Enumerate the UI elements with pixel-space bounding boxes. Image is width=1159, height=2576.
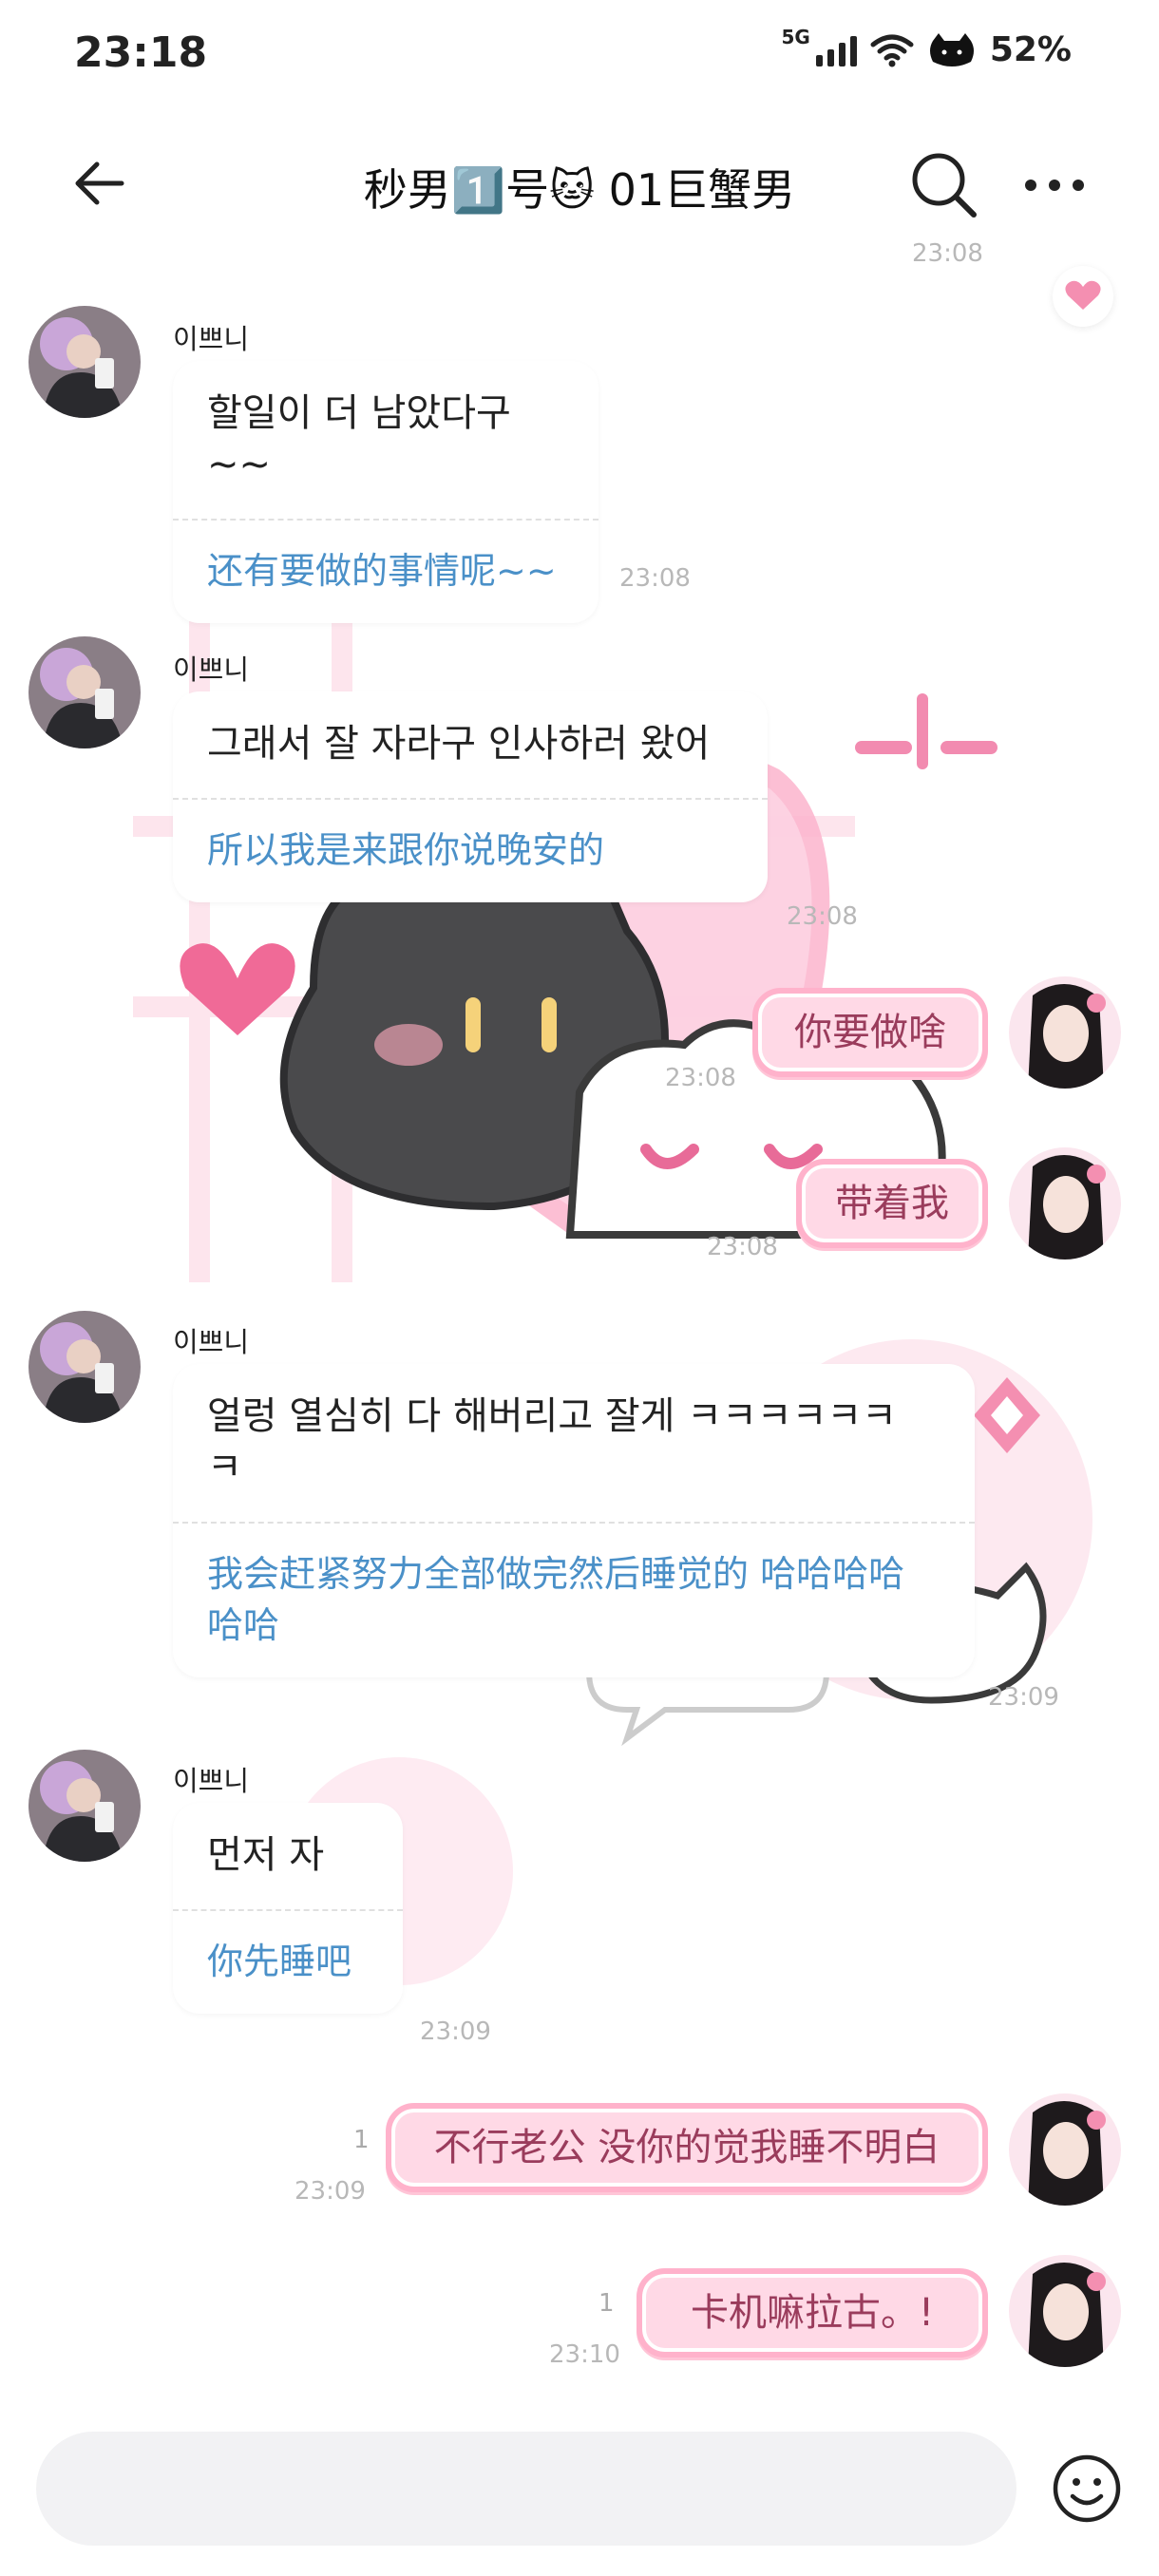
self-message-bubble[interactable]: 带着我 (796, 1159, 988, 1248)
unread-count: 1 (353, 2126, 370, 2154)
signal-icon (815, 34, 857, 66)
message-original: 먼저 자 (207, 1833, 325, 1877)
message-time: 23:09 (988, 1683, 1059, 1712)
message-translation: 我会赶紧努力全部做完然后睡觉的 哈哈哈哈哈哈 (207, 1553, 905, 1646)
cat-battery-icon (929, 32, 974, 66)
avatar[interactable] (28, 1750, 141, 1862)
sender-name: 이쁘니 (173, 1765, 250, 1797)
self-avatar[interactable] (1009, 1147, 1121, 1260)
message-time: 23:08 (619, 564, 691, 593)
search-icon[interactable] (907, 148, 979, 220)
self-avatar[interactable] (1009, 976, 1121, 1089)
message-bubble[interactable]: 그래서 잘 자라구 인사하러 왔어 所以我是来跟你说晚安的 (173, 691, 768, 902)
message-bubble[interactable]: 먼저 자 你先睡吧 (173, 1803, 403, 2014)
message-time: 23:08 (912, 239, 983, 268)
status-icons: 5G 52% (781, 26, 1072, 70)
self-message-bubble[interactable]: 卡机嘛拉古。! (636, 2268, 988, 2358)
message-translation: 你先睡吧 (207, 1941, 352, 1982)
message-original: 그래서 잘 자라구 인사하러 왔어 (207, 722, 711, 766)
message-time: 23:08 (787, 902, 858, 931)
chat-title: 秒男1️⃣号🐱 01巨蟹男 (363, 164, 796, 216)
wifi-icon (870, 34, 914, 66)
message-original: 얼렁 열심히 다 해버리고 잘게 ㅋㅋㅋㅋㅋㅋ ㅋ (207, 1394, 897, 1489)
self-message-bubble[interactable]: 不行老公 没你的觉我睡不明白 (386, 2103, 988, 2192)
self-avatar[interactable] (1009, 2255, 1121, 2367)
status-bar: 23:18 5G 52% (0, 0, 1159, 114)
message-time: 23:08 (665, 1064, 736, 1092)
message-time: 23:10 (549, 2340, 620, 2369)
message-bubble[interactable]: 할일이 더 남았다구~~ 还有要做的事情呢~~ (173, 361, 598, 623)
more-icon[interactable] (1021, 161, 1088, 209)
sender-name: 이쁘니 (173, 323, 250, 355)
avatar[interactable] (28, 1311, 141, 1423)
message-input[interactable] (36, 2432, 1016, 2546)
message-time: 23:09 (420, 2017, 491, 2046)
chat-area[interactable]: 23:08 이쁘니 할일이 더 남았다구~~ 还有要做的事情呢~~ 23:08 … (0, 237, 1159, 2413)
chat-header: 秒男1️⃣号🐱 01巨蟹男 (0, 123, 1159, 237)
message-time: 23:09 (294, 2177, 366, 2206)
self-avatar[interactable] (1009, 2093, 1121, 2206)
message-original: 할일이 더 남았다구~~ (207, 391, 511, 486)
heart-icon (1065, 280, 1101, 310)
emoji-icon[interactable] (1051, 2453, 1123, 2525)
sender-name: 이쁘니 (173, 653, 250, 686)
message-bubble[interactable]: 얼렁 열심히 다 해버리고 잘게 ㅋㅋㅋㅋㅋㅋ ㅋ 我会赶紧努力全部做完然后睡觉… (173, 1364, 975, 1677)
sender-name: 이쁘니 (173, 1326, 250, 1358)
message-translation: 所以我是来跟你说晚安的 (207, 829, 605, 871)
message-translation: 还有要做的事情呢~~ (207, 550, 557, 592)
avatar[interactable] (28, 306, 141, 418)
status-time: 23:18 (74, 28, 208, 77)
self-message-bubble[interactable]: 你要做啥 (752, 988, 988, 1077)
message-time: 23:08 (707, 1233, 778, 1261)
avatar[interactable] (28, 636, 141, 748)
like-button[interactable] (1053, 266, 1113, 327)
battery-level: 52% (989, 30, 1072, 69)
network-type: 5G (781, 25, 810, 48)
unread-count: 1 (598, 2289, 615, 2318)
